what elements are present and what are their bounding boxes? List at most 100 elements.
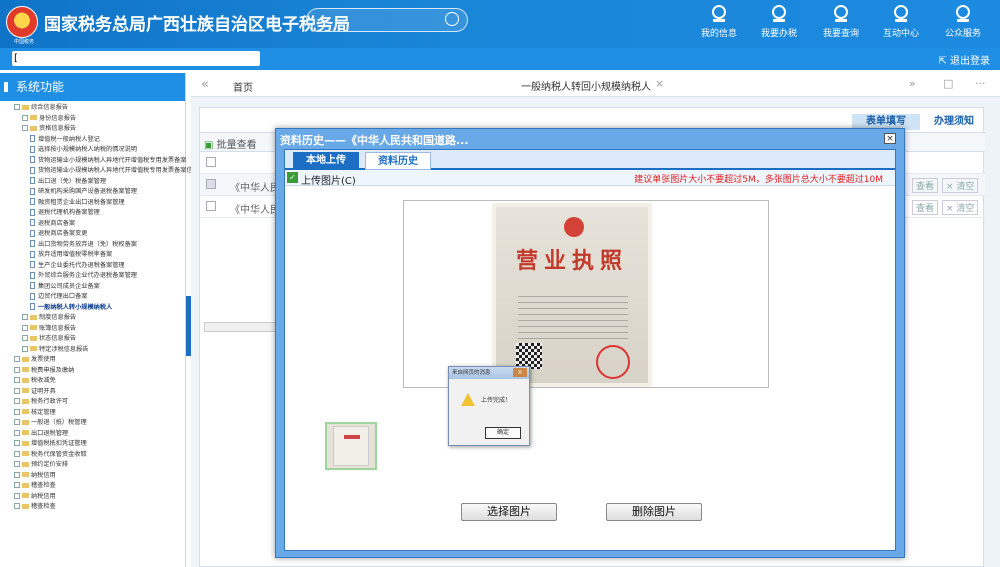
tree-item[interactable]: 账簿信息报告 <box>4 324 185 335</box>
expand-icon[interactable] <box>14 387 20 394</box>
view-button[interactable]: 查看 <box>912 178 939 193</box>
image-thumbnail[interactable] <box>325 422 377 470</box>
expand-icon[interactable] <box>22 125 28 131</box>
nav-chat[interactable]: 互动中心 <box>872 2 930 46</box>
alert-ok-button[interactable]: 确定 <box>485 427 521 439</box>
document-icon <box>30 240 35 247</box>
expand-icon[interactable] <box>22 345 28 352</box>
tree-item[interactable]: 集团公司成员企业备案 <box>4 282 185 293</box>
tree-item[interactable]: 边贸代理出口备案 <box>4 292 185 303</box>
row-checkbox[interactable] <box>206 201 216 211</box>
tree-item[interactable]: 一般退（抵）税管理 <box>4 418 185 429</box>
tree-item[interactable]: 纳税信用 <box>4 492 185 503</box>
document-icon <box>30 156 35 163</box>
tree-item-label: 货物运输业小规模纳税人异地代开增值税专用发票备案 <box>38 156 187 164</box>
tree-item[interactable]: 税务行政许可 <box>4 397 185 408</box>
tree-item[interactable]: 资格信息报告 <box>4 124 185 135</box>
expand-icon[interactable] <box>14 398 20 404</box>
expand-icon[interactable] <box>14 440 20 446</box>
dialog-close-button[interactable]: × <box>884 133 896 144</box>
tree-item[interactable]: 一般纳税人转小规模纳税人 <box>4 303 185 314</box>
expand-icon[interactable] <box>14 503 20 509</box>
expand-icon[interactable] <box>14 429 20 436</box>
tab-scroll-right-icon[interactable]: » <box>909 77 916 90</box>
tab-material-history[interactable]: 资料历史 <box>365 152 431 170</box>
expand-icon[interactable] <box>14 408 20 415</box>
tree-item[interactable]: 综合信息报告 <box>4 103 185 114</box>
tree-item[interactable]: 纳税信用 <box>4 471 185 482</box>
tab-close-icon[interactable]: × <box>655 77 664 90</box>
tree-item[interactable]: 退税代理机构备案管理 <box>4 208 185 219</box>
expand-icon[interactable] <box>22 324 28 331</box>
alert-close-button[interactable]: ✕ <box>513 368 527 377</box>
tree-item[interactable]: 放弃适用增值税零税率备案 <box>4 250 185 261</box>
expand-icon[interactable] <box>14 492 20 499</box>
tree-item[interactable]: 外贸综合服务企业代办退税备案管理 <box>4 271 185 282</box>
tree-item[interactable]: 出口退（免）税备案管理 <box>4 177 185 188</box>
row-checkbox[interactable] <box>206 179 216 189</box>
logout-button[interactable]: ⇱ 退出登录 <box>938 52 990 67</box>
tree-item[interactable]: 证明开具 <box>4 387 185 398</box>
expand-icon[interactable] <box>14 104 20 110</box>
expand-icon[interactable] <box>14 356 20 362</box>
tree-item[interactable]: 身份信息报告 <box>4 114 185 125</box>
user-info-field: [ <box>12 51 260 66</box>
clear-button[interactable]: × 清空 <box>942 200 979 215</box>
nav-user[interactable]: 我的信息 <box>690 2 748 46</box>
tab-scroll-left-icon[interactable]: « <box>201 77 209 92</box>
tab-home[interactable]: 首页 <box>233 79 253 94</box>
search-icon[interactable] <box>445 12 459 26</box>
view-button[interactable]: 查看 <box>912 200 939 215</box>
expand-icon[interactable] <box>22 335 28 341</box>
more-icon[interactable]: ··· <box>975 77 986 90</box>
tree-item[interactable]: 退税商店备案 <box>4 219 185 230</box>
tree-item[interactable]: 税收减免 <box>4 376 185 387</box>
expand-icon[interactable] <box>22 314 28 320</box>
expand-icon[interactable] <box>14 366 20 373</box>
tree-item[interactable]: 研发机构采购国产设备退税备案管理 <box>4 187 185 198</box>
row-checkbox[interactable] <box>206 157 216 167</box>
material-dialog: 资料历史——《中华人民共和国道路... × 本地上传 资料历史 ✓ 上传图片(C… <box>275 128 905 558</box>
expand-icon[interactable] <box>14 482 20 488</box>
guide-button[interactable]: 办理须知 <box>924 114 984 130</box>
select-image-button[interactable]: 选择图片 <box>461 503 557 521</box>
nav-query[interactable]: 我要查询 <box>812 2 870 46</box>
tree-item[interactable]: 货物运输业小规模纳税人异地代开增值税专用发票备案信息确认 <box>4 166 211 177</box>
tree-item[interactable]: 出口货物劳务放弃退（免）税权备案 <box>4 240 185 251</box>
batch-view-button[interactable]: ▣ 批量查看 <box>204 136 257 151</box>
expand-icon[interactable] <box>22 114 28 121</box>
nav-service[interactable]: 公众服务 <box>934 2 992 46</box>
tree-item[interactable]: 制度信息报告 <box>4 313 185 324</box>
clear-button[interactable]: × 清空 <box>942 178 979 193</box>
maximize-icon[interactable]: □ <box>943 77 953 90</box>
tree-item[interactable]: 增值税一般纳税人登记 <box>4 135 185 146</box>
tree-item[interactable]: 特定涉税信息报告 <box>4 345 185 356</box>
tree-item[interactable]: 稽查检查 <box>4 502 185 513</box>
tab-local-upload[interactable]: 本地上传 <box>293 152 359 170</box>
expand-icon[interactable] <box>14 471 20 478</box>
tree-item[interactable]: 融资租赁企业出口退税备案管理 <box>4 198 185 209</box>
nav-monitor[interactable]: 我要办税 <box>750 2 808 46</box>
tree-item[interactable]: 核定管理 <box>4 408 185 419</box>
tree-item[interactable]: 出口退税管理 <box>4 429 185 440</box>
tree-item[interactable]: 状态信息报告 <box>4 334 185 345</box>
tree-item[interactable]: 增值税抵扣凭证管理 <box>4 439 185 450</box>
expand-icon[interactable] <box>14 419 20 425</box>
tree-item[interactable]: 预约定价安排 <box>4 460 185 471</box>
tree-item[interactable]: 货物运输业小规模纳税人异地代开增值税专用发票备案 <box>4 156 187 167</box>
tree-item-label: 发票使用 <box>31 356 56 363</box>
tree-item[interactable]: 发票使用 <box>4 355 185 366</box>
tree-item[interactable]: 稽查检查 <box>4 481 185 492</box>
search-input[interactable] <box>306 8 468 32</box>
tree-item[interactable]: 税费申报及缴纳 <box>4 366 185 377</box>
expand-icon[interactable] <box>14 461 20 467</box>
tree-item[interactable]: 税务代保管资金收取 <box>4 450 185 461</box>
tree-item[interactable]: 生产企业委托代办退税备案管理 <box>4 261 185 272</box>
batch-view-label: 批量查看 <box>216 140 257 151</box>
tree-item[interactable]: 退税商店备案变更 <box>4 229 185 240</box>
expand-icon[interactable] <box>14 377 20 383</box>
tree-item[interactable]: 选择按小规模纳税人纳税的情况说明 <box>4 145 185 156</box>
expand-icon[interactable] <box>14 450 20 457</box>
tab-active[interactable]: 一般纳税人转回小规模纳税人 <box>521 78 651 93</box>
delete-image-button[interactable]: 删除图片 <box>606 503 702 521</box>
